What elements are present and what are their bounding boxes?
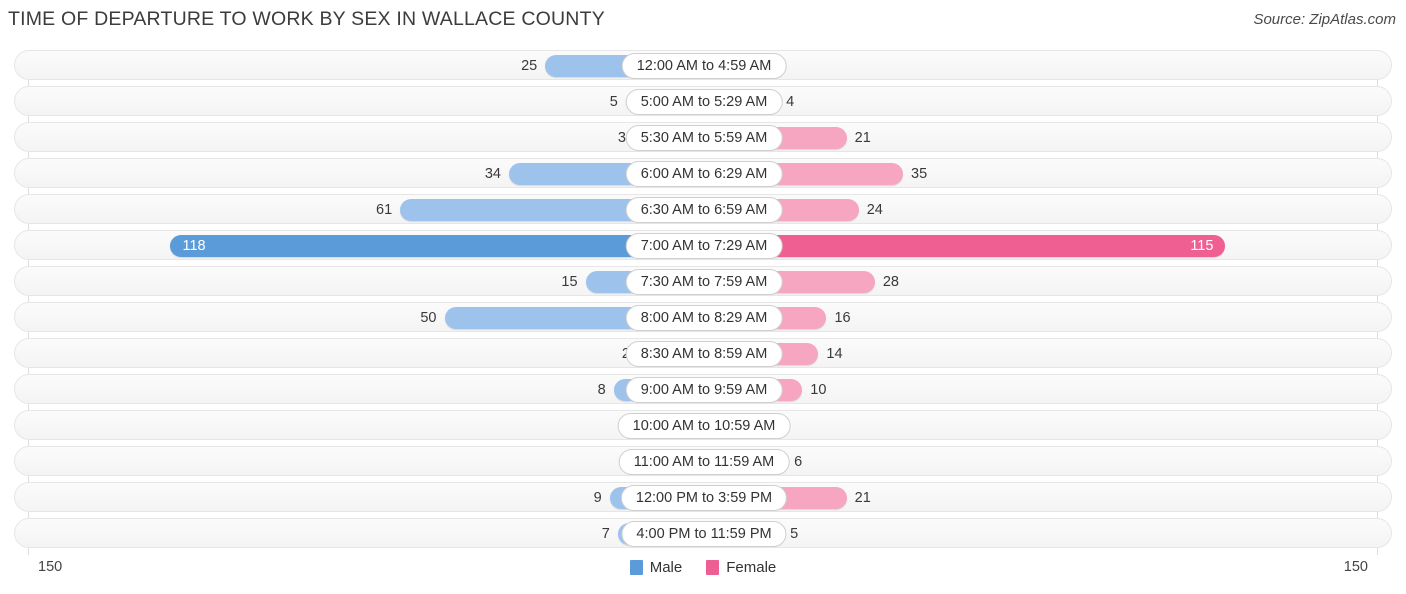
bar-value-male: 50	[420, 310, 437, 326]
chart-row: 3 21 5:30 AM to 5:59 AM	[14, 122, 1392, 152]
category-label: 5:00 AM to 5:29 AM	[625, 89, 783, 115]
category-label: 8:00 AM to 8:29 AM	[625, 305, 783, 331]
bar-value-male: 9	[593, 490, 602, 506]
bar-value-female: 5	[790, 526, 799, 542]
category-label: 12:00 AM to 4:59 AM	[621, 53, 787, 79]
chart-header: TIME OF DEPARTURE TO WORK BY SEX IN WALL…	[0, 0, 1406, 44]
bar-value-male: 34	[484, 166, 501, 182]
category-label: 11:00 AM to 11:59 AM	[618, 449, 790, 475]
chart-row: 0611:00 AM to 11:59 AM	[14, 446, 1392, 476]
bar-value-male: 118	[182, 238, 206, 254]
bar-value-male: 25	[521, 58, 538, 74]
chart-row: 2 14 8:30 AM to 8:59 AM	[14, 338, 1392, 368]
legend-label: Female	[726, 559, 777, 576]
bar-value-male: 7	[601, 526, 610, 542]
source-attribution: Source: ZipAtlas.com	[1253, 11, 1396, 28]
bar-value-female: 28	[882, 274, 899, 290]
chart-row: 34 35 6:00 AM to 6:29 AM	[14, 158, 1392, 188]
chart-row: 25 212:00 AM to 4:59 AM	[14, 50, 1392, 80]
page-title: TIME OF DEPARTURE TO WORK BY SEX IN WALL…	[8, 8, 605, 30]
category-label: 5:30 AM to 5:59 AM	[625, 125, 783, 151]
chart-row: 9 21 12:00 PM to 3:59 PM	[14, 482, 1392, 512]
category-label: 10:00 AM to 10:59 AM	[617, 413, 791, 439]
category-label: 7:00 AM to 7:29 AM	[625, 233, 783, 259]
chart-row: 50 16 8:00 AM to 8:29 AM	[14, 302, 1392, 332]
chart-row: 5 4 5:00 AM to 5:29 AM	[14, 86, 1392, 116]
legend-swatch-icon	[629, 560, 643, 575]
chart-legend: Male Female	[0, 559, 1406, 576]
bar-value-male: 61	[376, 202, 393, 218]
bar-value-female: 21	[854, 130, 871, 146]
chart-plot-area: 25212:00 AM to 4:59 AM545:00 AM to 5:29 …	[0, 50, 1406, 555]
chart-row: 15 28 7:30 AM to 7:59 AM	[14, 266, 1392, 296]
bar-value-female: 24	[866, 202, 883, 218]
bar-value-female: 2	[778, 51, 838, 81]
bar-value-male: 5	[609, 94, 618, 110]
bar-value-male: 8	[597, 382, 606, 398]
bar-value-female: 21	[854, 490, 871, 506]
bar-value-female: 115	[1190, 238, 1214, 254]
category-label: 12:00 PM to 3:59 PM	[620, 485, 788, 511]
legend-item[interactable]: Female	[706, 559, 776, 576]
bar-value-male: 2	[570, 339, 630, 369]
bar-value-female: 10	[810, 382, 827, 398]
bar-value-male: 15	[561, 274, 578, 290]
chart-row: 118 115 7:00 AM to 7:29 AM	[14, 230, 1392, 260]
category-label: 6:30 AM to 6:59 AM	[625, 197, 783, 223]
category-label: 4:00 PM to 11:59 PM	[621, 521, 787, 547]
bar-value-female: 35	[911, 166, 928, 182]
legend-label: Male	[649, 559, 683, 576]
bar-value-female: 6	[794, 454, 803, 470]
chart-row: 8 10 9:00 AM to 9:59 AM	[14, 374, 1392, 404]
chart-row: 2010:00 AM to 10:59 AM	[14, 410, 1392, 440]
bar-value-male: 3	[617, 130, 626, 146]
bar-value-female: 16	[834, 310, 851, 326]
category-label: 6:00 AM to 6:29 AM	[625, 161, 783, 187]
bar-male	[170, 235, 704, 257]
chart-row: 7 5 4:00 PM to 11:59 PM	[14, 518, 1392, 548]
chart-row: 61 24 6:30 AM to 6:59 AM	[14, 194, 1392, 224]
category-label: 7:30 AM to 7:59 AM	[625, 269, 783, 295]
legend-item[interactable]: Male	[629, 559, 683, 576]
category-label: 9:00 AM to 9:59 AM	[625, 377, 783, 403]
chart-footer: 150 150 Male Female	[0, 555, 1406, 594]
category-label: 8:30 AM to 8:59 AM	[625, 341, 783, 367]
bar-value-female: 14	[826, 346, 843, 362]
legend-swatch-icon	[706, 560, 720, 575]
bar-value-female: 4	[786, 94, 795, 110]
